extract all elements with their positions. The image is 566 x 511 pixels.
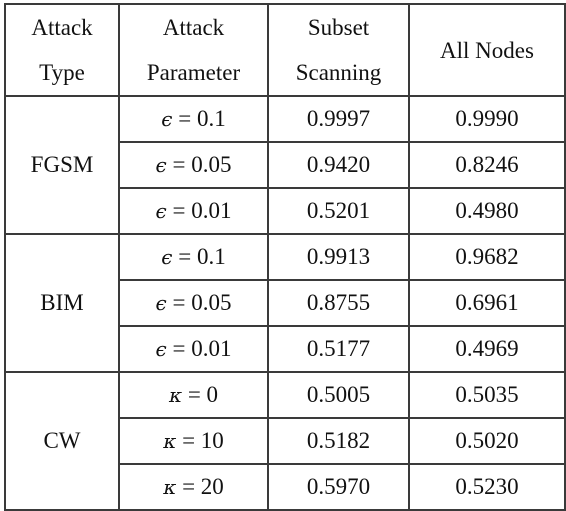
parameter-symbol: κ <box>168 383 183 407</box>
all-nodes-cell: 0.5230 <box>408 463 566 511</box>
equals-sign: = <box>182 382 207 407</box>
parameter-symbol: κ <box>163 475 177 499</box>
attack-parameter-cell: κ = 10 <box>118 417 269 465</box>
equals-sign: = <box>166 336 192 361</box>
parameter-symbol: ϵ <box>155 199 167 223</box>
header-all-nodes: All Nodes <box>408 3 566 97</box>
all-nodes-cell: 0.9682 <box>408 233 566 281</box>
parameter-symbol: ϵ <box>161 107 173 131</box>
header-line: Parameter <box>146 60 241 85</box>
attack-parameter-cell: ϵ = 0.01 <box>118 325 269 373</box>
header-attack-parameter: Attack Parameter <box>118 3 269 97</box>
all-nodes-cell: 0.4969 <box>408 325 566 373</box>
attack-parameter-cell: ϵ = 0.05 <box>118 141 269 189</box>
equals-sign: = <box>166 152 192 177</box>
subset-scanning-cell: 0.5970 <box>267 463 410 511</box>
parameter-value: 0.05 <box>191 290 232 315</box>
attack-parameter-cell: ϵ = 0.1 <box>118 95 269 143</box>
subset-scanning-cell: 0.5177 <box>267 325 410 373</box>
all-nodes-cell: 0.9990 <box>408 95 566 143</box>
all-nodes-cell: 0.8246 <box>408 141 566 189</box>
header-line: Type <box>39 60 85 85</box>
header-line: All Nodes <box>440 37 534 63</box>
equals-sign: = <box>176 428 201 453</box>
header-line: Scanning <box>295 60 382 85</box>
results-table: Attack Type Attack Parameter Subset Scannin… <box>4 3 566 511</box>
attack-parameter-cell: ϵ = 0.05 <box>118 279 269 327</box>
subset-scanning-cell: 0.9997 <box>267 95 410 143</box>
header-line: Attack <box>31 15 93 40</box>
subset-scanning-cell: 0.9420 <box>267 141 410 189</box>
subset-scanning-cell: 0.5201 <box>267 187 410 235</box>
all-nodes-cell: 0.5035 <box>408 371 566 419</box>
equals-sign: = <box>176 474 201 499</box>
equals-sign: = <box>172 106 197 131</box>
table-row: BIM ϵ = 0.1 0.9913 0.9682 <box>4 233 566 373</box>
all-nodes-cell: 0.4980 <box>408 187 566 235</box>
parameter-value: 10 <box>200 428 224 453</box>
attack-parameter-cell: κ = 20 <box>118 463 269 511</box>
subset-scanning-cell: 0.9913 <box>267 233 410 281</box>
subset-scanning-cell: 0.5182 <box>267 417 410 465</box>
parameter-value: 0.05 <box>191 152 232 177</box>
parameter-value: 0.1 <box>196 244 226 269</box>
parameter-symbol: ϵ <box>155 153 167 177</box>
attack-type-cell: CW <box>4 371 120 511</box>
attack-type-cell: BIM <box>4 233 120 373</box>
subset-scanning-cell: 0.5005 <box>267 371 410 419</box>
attack-type-cell: FGSM <box>4 95 120 235</box>
attack-parameter-cell: ϵ = 0.1 <box>118 233 269 281</box>
header-line: Attack <box>162 15 225 40</box>
parameter-symbol: κ <box>163 429 177 453</box>
all-nodes-cell: 0.5020 <box>408 417 566 465</box>
equals-sign: = <box>172 244 197 269</box>
all-nodes-cell: 0.6961 <box>408 279 566 327</box>
parameter-value: 0 <box>206 382 219 407</box>
parameter-value: 20 <box>200 474 224 499</box>
table-row: CW κ = 0 0.5005 0.5035 <box>4 371 566 511</box>
header-row: Attack Type Attack Parameter Subset Scannin… <box>4 3 566 97</box>
parameter-value: 0.1 <box>196 106 226 131</box>
parameter-symbol: ϵ <box>155 337 167 361</box>
parameter-value: 0.01 <box>191 198 232 223</box>
parameter-symbol: ϵ <box>155 291 167 315</box>
equals-sign: = <box>166 290 192 315</box>
parameter-symbol: ϵ <box>161 245 173 269</box>
header-attack-type: Attack Type <box>4 3 120 97</box>
table-body: FGSM ϵ = 0.1 0.9997 0.9990 ϵ = 0.05 0.9420 0.8… <box>4 95 566 511</box>
equals-sign: = <box>166 198 192 223</box>
attack-parameter-cell: κ = 0 <box>118 371 269 419</box>
parameter-value: 0.01 <box>191 336 232 361</box>
header-subset-scanning: Subset Scanning <box>267 3 410 97</box>
table-row: FGSM ϵ = 0.1 0.9997 0.9990 <box>4 95 566 235</box>
subset-scanning-cell: 0.8755 <box>267 279 410 327</box>
attack-parameter-cell: ϵ = 0.01 <box>118 187 269 235</box>
header-line: Subset <box>307 15 370 40</box>
